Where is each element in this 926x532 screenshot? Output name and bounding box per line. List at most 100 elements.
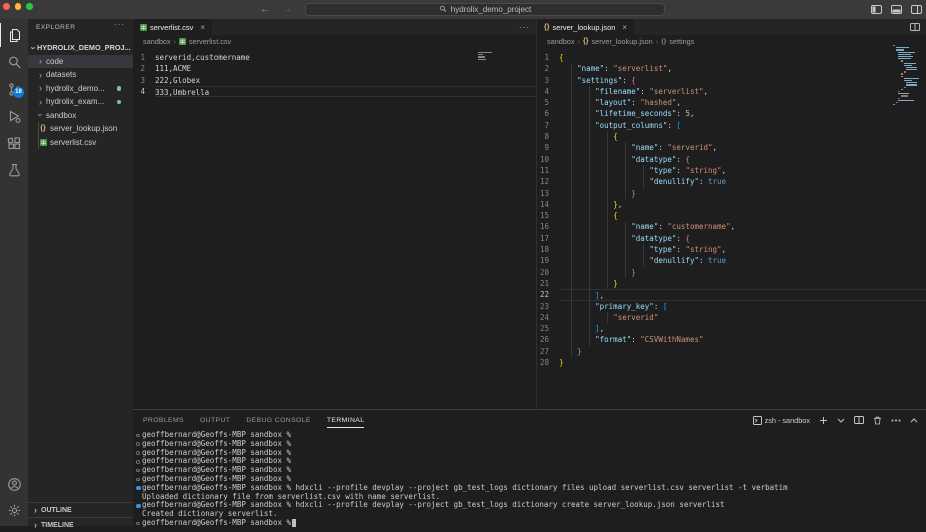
editor-line-27[interactable]: 27 } — [537, 346, 926, 357]
tab-serverlist-csv[interactable]: serverlist.csv × — [133, 19, 213, 35]
editor-line-25[interactable]: 25 ], — [537, 323, 926, 334]
editor-line-9[interactable]: 9 "name": "serverid", — [537, 142, 926, 153]
split-editor-icon[interactable] — [910, 23, 920, 31]
tree-item-server-lookup-json[interactable]: {} server_lookup.json — [28, 122, 133, 136]
git-status-dot — [116, 99, 121, 104]
testing-icon[interactable] — [0, 158, 28, 182]
editor-line-20[interactable]: 20 } — [537, 267, 926, 278]
editor-line-14[interactable]: 14 }, — [537, 199, 926, 210]
tab-output[interactable]: OUTPUT — [200, 413, 230, 427]
sidebar-more-actions[interactable]: ··· — [114, 20, 125, 29]
editor-line-15[interactable]: 15 { — [537, 210, 926, 221]
minimap-line — [898, 53, 911, 56]
line-number: 3 — [140, 75, 145, 85]
editor-group-left: serverlist.csv × ··· sandbox › serverlis… — [133, 19, 537, 409]
toggle-secondary-sidebar-icon[interactable] — [911, 5, 922, 14]
editor-line-8[interactable]: 8 { — [537, 131, 926, 142]
minimize-window-button[interactable] — [14, 3, 21, 10]
toggle-panel-icon[interactable] — [891, 5, 902, 14]
chevron-down-icon[interactable] — [837, 418, 845, 423]
tree-item-sandbox[interactable]: › sandbox — [28, 109, 133, 123]
editor-line-28[interactable]: 28} — [537, 357, 926, 368]
minimap[interactable] — [478, 52, 508, 61]
tree-item-code[interactable]: › code — [28, 54, 133, 68]
line-content: "filename": "serverlist", — [595, 86, 709, 96]
editor-line-13[interactable]: 13 } — [537, 188, 926, 199]
tree-item-hydrolix-exam-[interactable]: › hydrolix_exam... — [28, 95, 133, 109]
editor-line-1[interactable]: 1 serverid,customername — [133, 52, 536, 63]
editor-line-22[interactable]: 22 ], — [537, 289, 926, 301]
split-terminal-icon[interactable] — [854, 416, 864, 424]
breadcrumb-folder[interactable]: sandbox — [547, 37, 575, 46]
extensions-icon[interactable] — [0, 131, 28, 155]
tab-debug-console[interactable]: DEBUG CONSOLE — [246, 413, 311, 427]
editor-line-23[interactable]: 23 "primary_key": [ — [537, 301, 926, 312]
tree-item-hydrolix-demo-[interactable]: › hydrolix_demo... — [28, 82, 133, 96]
editor-line-7[interactable]: 7 "output_columns": [ — [537, 120, 926, 131]
csv-editor[interactable]: 1 serverid,customername 2 111,ACME 3 222,Glob… — [133, 52, 536, 409]
indent-guide — [607, 131, 608, 290]
editor-line-10[interactable]: 10 "datatype": { — [537, 154, 926, 165]
editor-line-17[interactable]: 17 "datatype": { — [537, 233, 926, 244]
zoom-window-button[interactable] — [26, 3, 33, 10]
minimap-line — [900, 60, 903, 62]
editor-line-4[interactable]: 4 333,Umbrella — [133, 85, 536, 98]
trash-icon[interactable] — [873, 416, 882, 425]
run-and-debug-icon[interactable] — [0, 104, 28, 128]
terminal-output[interactable]: geoffbernard@Geoffs-MBP sandbox % geoffbe… — [136, 430, 926, 528]
terminal-profile-selector[interactable]: zsh - sandbox — [752, 415, 810, 425]
minimap[interactable] — [893, 45, 923, 106]
editor-line-21[interactable]: 21 } — [537, 278, 926, 289]
breadcrumb-symbol[interactable]: settings — [669, 37, 694, 46]
git-status-dot — [116, 86, 121, 91]
editor-line-1[interactable]: 1{ — [537, 52, 926, 63]
editor-line-3[interactable]: 3 "settings": { — [537, 75, 926, 86]
command-center-search[interactable]: hydrolix_demo_project — [305, 2, 665, 16]
tab-problems[interactable]: PROBLEMS — [143, 413, 184, 427]
tree-item-datasets[interactable]: › datasets — [28, 68, 133, 82]
navigate-forward-button[interactable]: → — [282, 2, 292, 17]
tree-item-serverlist-csv[interactable]: serverlist.csv — [28, 136, 133, 150]
workspace-root-row[interactable]: › HYDROLIX_DEMO_PROJ... — [28, 41, 133, 55]
editor-line-26[interactable]: 26 "format": "CSVWithNames" — [537, 334, 926, 345]
accounts-icon[interactable] — [0, 472, 28, 496]
editor-line-2[interactable]: 2 111,ACME — [133, 63, 536, 74]
settings-gear-icon[interactable] — [0, 498, 28, 522]
navigate-back-button[interactable]: ← — [260, 2, 270, 17]
json-editor[interactable]: 1{2 "name": "serverlist", 3 "settings": {… — [537, 52, 926, 409]
editor-line-12[interactable]: 12 "denullify": true — [537, 176, 926, 187]
breadcrumb[interactable]: sandbox › serverlist.csv — [133, 35, 536, 48]
close-icon[interactable]: × — [622, 23, 627, 32]
breadcrumb[interactable]: sandbox › {} server_lookup.json › {} set… — [537, 35, 926, 48]
minimap-line — [478, 58, 486, 60]
editor-line-19[interactable]: 19 "denullify": true — [537, 255, 926, 266]
new-terminal-icon[interactable] — [819, 416, 828, 425]
outline-section[interactable]: › OUTLINE — [28, 502, 133, 517]
editor-line-3[interactable]: 3 222,Globex — [133, 75, 536, 86]
timeline-section[interactable]: › TIMELINE — [28, 517, 133, 532]
close-window-button[interactable] — [3, 3, 10, 10]
tab-terminal[interactable]: TERMINAL — [326, 413, 365, 428]
breadcrumb-folder[interactable]: sandbox — [143, 37, 171, 46]
editor-line-16[interactable]: 16 "name": "customername", — [537, 221, 926, 232]
editor-line-18[interactable]: 18 "type": "string", — [537, 244, 926, 255]
toggle-sidebar-icon[interactable] — [871, 5, 882, 14]
editor-line-6[interactable]: 6 "lifetime_seconds": 5, — [537, 108, 926, 119]
tab-server-lookup-json[interactable]: {} server_lookup.json × — [537, 19, 635, 35]
line-content: "type": "string", — [649, 165, 727, 175]
editor-line-4[interactable]: 4 "filename": "serverlist", — [537, 86, 926, 97]
explorer-icon[interactable] — [0, 23, 28, 47]
editor-line-2[interactable]: 2 "name": "serverlist", — [537, 63, 926, 74]
editor-more-actions[interactable]: ··· — [519, 23, 530, 32]
editor-line-24[interactable]: 24 "serverid" — [537, 312, 926, 323]
maximize-panel-icon[interactable] — [910, 417, 918, 423]
source-control-icon[interactable]: 18 — [0, 77, 28, 101]
editor-line-5[interactable]: 5 "layout": "hashed", — [537, 97, 926, 108]
search-icon[interactable] — [0, 50, 28, 74]
breadcrumb-file[interactable]: server_lookup.json — [591, 37, 652, 46]
explorer-sidebar: EXPLORER ··· › HYDROLIX_DEMO_PROJ... › co… — [28, 19, 133, 530]
editor-line-11[interactable]: 11 "type": "string", — [537, 165, 926, 176]
more-actions-icon[interactable] — [891, 419, 901, 422]
breadcrumb-file[interactable]: serverlist.csv — [189, 37, 231, 46]
close-icon[interactable]: × — [200, 23, 205, 32]
